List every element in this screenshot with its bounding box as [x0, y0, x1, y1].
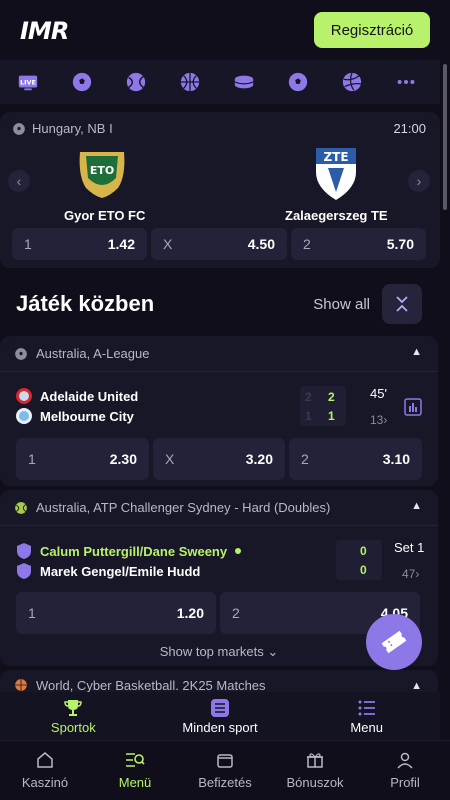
- collapse-all-button[interactable]: [382, 284, 422, 324]
- away-team-line: Melbourne City: [16, 408, 134, 424]
- in-play-title: Játék közben: [16, 291, 155, 316]
- score-box: [336, 540, 382, 580]
- home-score: 0: [360, 544, 367, 558]
- collapse-caret-icon[interactable]: ▲: [411, 500, 422, 512]
- home-team-name: Gyor ETO FC: [64, 208, 146, 223]
- odd-home[interactable]: 1 2.30: [16, 438, 149, 480]
- volleyball-icon[interactable]: [340, 70, 364, 94]
- away-team-badge-icon: [16, 408, 32, 424]
- more-dots-icon[interactable]: [394, 70, 418, 94]
- home-team-badge-icon: [16, 388, 32, 404]
- odd-away[interactable]: 2 3.10: [289, 438, 422, 480]
- svg-text:ZTE: ZTE: [323, 150, 348, 164]
- home-team-line: Adelaide United: [16, 388, 138, 404]
- page-scrollbar[interactable]: [443, 64, 447, 210]
- match-odds-row: 1 2.30 X 3.20 2 3.10: [16, 438, 422, 480]
- match-period: Set 1: [394, 540, 425, 555]
- soccer-ball-icon: [15, 347, 27, 360]
- away-team-crest: ZTE: [306, 142, 366, 202]
- stats-icon[interactable]: [404, 398, 422, 416]
- brand-logo[interactable]: IMR: [20, 17, 69, 45]
- shield-icon: [17, 543, 31, 559]
- away-team-name: Melbourne City: [40, 408, 134, 424]
- sports-sub-tabs: Sportok Minden sport Menu: [0, 692, 440, 740]
- away-team-line: Marek Gengel/Emile Hudd: [16, 562, 200, 580]
- tab-menu[interactable]: Menu: [293, 692, 440, 740]
- featured-match-card[interactable]: Hungary, NB I 21:00 ‹ › ETO ZTE Gyor ETO…: [0, 112, 440, 268]
- nav-profil[interactable]: Profil: [360, 741, 450, 800]
- home-score: 2: [328, 390, 335, 404]
- away-team-name: Marek Gengel/Emile Hudd: [40, 563, 201, 579]
- home-team-line: Calum Puttergill/Dane Sweeny: [16, 542, 242, 560]
- featured-odds-row: 1 1.42 X 4.50 2 5.70: [12, 228, 426, 260]
- away-score: 1: [328, 409, 335, 423]
- menu-search-icon: [126, 753, 145, 767]
- list-icon: [211, 698, 229, 717]
- hockey-puck-icon[interactable]: [232, 70, 256, 94]
- svg-text:LIVE: LIVE: [20, 78, 36, 86]
- tab-sportok[interactable]: Sportok: [0, 692, 147, 740]
- nav-befizetes[interactable]: Befizetés: [180, 741, 270, 800]
- league-name: Australia, ATP Challenger Sydney - Hard …: [36, 500, 331, 515]
- away-score: 0: [360, 563, 367, 577]
- collapse-caret-icon[interactable]: ▲: [411, 346, 422, 358]
- featured-league: Hungary, NB I: [12, 121, 113, 136]
- basketball-icon[interactable]: [178, 70, 202, 94]
- trophy-icon: [64, 699, 83, 716]
- league-name: World, Cyber Basketball. 2K25 Matches: [36, 677, 266, 693]
- prev-arrow-icon[interactable]: ‹: [8, 170, 30, 192]
- live-match-card[interactable]: Australia, A-League ▲ Adelaide United Me…: [0, 336, 438, 486]
- tennis-ball-icon: [15, 501, 27, 514]
- home-icon: [37, 752, 53, 768]
- nav-menu[interactable]: Menü: [90, 741, 180, 800]
- betslip-ticket-button[interactable]: [366, 614, 422, 670]
- markets-count-link[interactable]: 47›: [402, 567, 419, 581]
- collapse-arrows-icon: [396, 296, 408, 312]
- collapse-caret-icon[interactable]: ▲: [411, 680, 422, 692]
- chevron-down-icon: ⌄: [267, 644, 279, 659]
- show-all-link[interactable]: Show all: [313, 296, 370, 313]
- sports-icon-bar: LIVE: [0, 60, 440, 104]
- odd-home[interactable]: 1 1.20: [16, 592, 216, 634]
- away-score-prev: 1: [305, 409, 312, 423]
- odd-draw[interactable]: X 4.50: [151, 228, 287, 260]
- nav-bonuszok[interactable]: Bónuszok: [270, 741, 360, 800]
- match-odds-row: 1 1.20 2 4.05: [16, 592, 420, 634]
- register-button[interactable]: Regisztráció: [314, 12, 430, 48]
- basketball-icon: [15, 679, 27, 691]
- menu-list-icon: [358, 700, 375, 715]
- odd-away[interactable]: 2 5.70: [291, 228, 426, 260]
- match-minute: 45': [370, 386, 387, 401]
- nav-kaszino[interactable]: Kaszinó: [0, 741, 90, 800]
- away-team-name: Zalaegerszeg TE: [285, 208, 388, 223]
- gift-icon: [307, 753, 323, 768]
- home-team-crest: ETO: [72, 142, 132, 202]
- featured-kickoff-time: 21:00: [393, 121, 426, 136]
- next-arrow-icon[interactable]: ›: [408, 170, 430, 192]
- user-icon: [397, 752, 413, 769]
- serving-indicator-icon: [235, 548, 242, 554]
- live-tv-icon[interactable]: LIVE: [16, 70, 40, 94]
- ticket-icon: [381, 630, 407, 654]
- home-team-name: Adelaide United: [40, 388, 139, 404]
- wallet-icon: [217, 754, 233, 768]
- soccer-ball-icon[interactable]: [70, 70, 94, 94]
- home-score-prev: 2: [305, 390, 312, 404]
- odd-home[interactable]: 1 1.42: [12, 228, 147, 260]
- league-header[interactable]: Australia, ATP Challenger Sydney - Hard …: [0, 490, 438, 526]
- league-name: Australia, A-League: [36, 346, 150, 361]
- tab-minden-sport[interactable]: Minden sport: [147, 692, 294, 740]
- tennis-ball-icon[interactable]: [124, 70, 148, 94]
- shield-icon: [17, 563, 31, 579]
- league-header[interactable]: Australia, A-League ▲: [0, 336, 438, 372]
- soccer-ball-icon[interactable]: [286, 70, 310, 94]
- markets-count-link[interactable]: 13›: [370, 413, 387, 427]
- odd-draw[interactable]: X 3.20: [153, 438, 285, 480]
- bottom-navigation: Kaszinó Menü Befizetés Bónuszok Profil: [0, 740, 450, 800]
- top-header: IMR Regisztráció: [0, 0, 450, 58]
- soccer-ball-icon: [13, 122, 25, 135]
- featured-league-name: Hungary, NB I: [32, 121, 113, 136]
- home-team-name: Calum Puttergill/Dane Sweeny: [40, 543, 228, 559]
- svg-text:ETO: ETO: [90, 164, 114, 177]
